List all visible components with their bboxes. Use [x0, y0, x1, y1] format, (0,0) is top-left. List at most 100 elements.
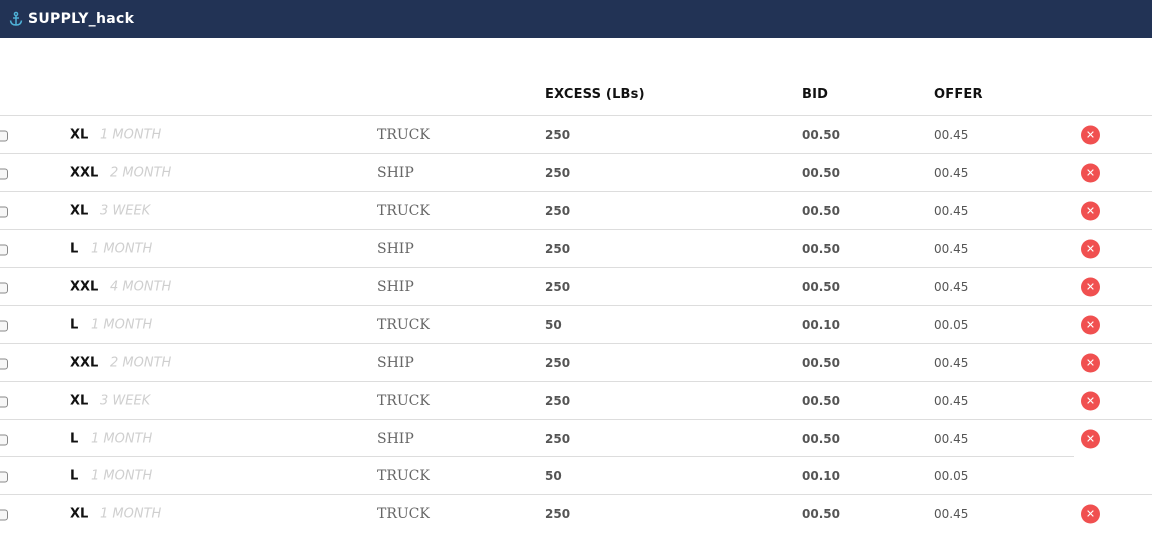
table-row: L 1 MONTH TRUCK 50 00.10 00.05 [0, 457, 1152, 495]
row-checkbox[interactable] [0, 206, 8, 217]
remove-row-button[interactable]: ✕ [1081, 391, 1100, 410]
size-label: XL [70, 203, 89, 218]
bid-value: 00.50 [802, 393, 840, 408]
bid-value: 00.10 [802, 468, 840, 483]
offer-value: 00.45 [934, 279, 969, 294]
excess-value: 250 [545, 127, 571, 142]
close-icon: ✕ [1085, 432, 1096, 445]
duration-label: 1 MONTH [91, 468, 153, 483]
remove-row-button[interactable]: ✕ [1081, 429, 1100, 448]
close-icon: ✕ [1085, 318, 1096, 331]
supply-table: EXCESS (LBs) BID OFFER XL 1 MONTH TRUCK … [0, 38, 1152, 532]
size-label: L [70, 317, 79, 332]
bid-value: 00.50 [802, 165, 840, 180]
excess-value: 250 [545, 279, 571, 294]
remove-row-button[interactable]: ✕ [1081, 201, 1100, 220]
duration-label: 1 MONTH [91, 241, 153, 256]
table-header: EXCESS (LBs) BID OFFER [0, 38, 1152, 116]
size-label: L [70, 431, 79, 446]
size-label: XXL [70, 355, 99, 370]
row-checkbox[interactable] [0, 168, 8, 179]
bid-value: 00.50 [802, 203, 840, 218]
remove-row-button[interactable]: ✕ [1081, 353, 1100, 372]
close-icon: ✕ [1085, 204, 1096, 217]
transport-label: TRUCK [377, 126, 430, 143]
row-checkbox[interactable] [0, 244, 8, 255]
duration-label: 1 MONTH [91, 431, 153, 446]
excess-value: 50 [545, 468, 562, 483]
duration-label: 3 WEEK [100, 203, 151, 218]
duration-label: 1 MONTH [100, 506, 162, 521]
size-label: L [70, 468, 79, 483]
close-icon: ✕ [1085, 166, 1096, 179]
row-checkbox[interactable] [0, 282, 8, 293]
offer-value: 00.45 [934, 241, 969, 256]
row-checkbox[interactable] [0, 471, 8, 482]
bid-value: 00.50 [802, 241, 840, 256]
remove-row-button[interactable]: ✕ [1081, 277, 1100, 296]
duration-label: 1 MONTH [91, 317, 153, 332]
remove-row-button[interactable]: ✕ [1081, 239, 1100, 258]
table-row: XL 3 WEEK TRUCK 250 00.50 00.45 ✕ [0, 382, 1152, 420]
size-label: XL [70, 393, 89, 408]
duration-label: 4 MONTH [110, 279, 172, 294]
app-title: SUPPLY_hack [28, 11, 135, 27]
bid-value: 00.50 [802, 279, 840, 294]
row-checkbox[interactable] [0, 320, 8, 331]
table-row: XXL 4 MONTH SHIP 250 00.50 00.45 ✕ [0, 268, 1152, 306]
duration-label: 2 MONTH [110, 355, 172, 370]
offer-value: 00.45 [934, 506, 969, 521]
close-icon: ✕ [1085, 280, 1096, 293]
table-row: XL 1 MONTH TRUCK 250 00.50 00.45 ✕ [0, 495, 1152, 532]
bid-value: 00.50 [802, 127, 840, 142]
transport-label: TRUCK [377, 202, 430, 219]
close-icon: ✕ [1085, 128, 1096, 141]
excess-value: 250 [545, 165, 571, 180]
table-body: XL 1 MONTH TRUCK 250 00.50 00.45 ✕ XXL 2… [0, 116, 1152, 532]
offer-value: 00.45 [934, 165, 969, 180]
transport-label: SHIP [377, 240, 414, 257]
column-header-offer: OFFER [934, 87, 983, 102]
excess-value: 250 [545, 203, 571, 218]
bid-value: 00.50 [802, 506, 840, 521]
transport-label: SHIP [377, 278, 414, 295]
column-header-excess: EXCESS (LBs) [545, 87, 645, 102]
close-icon: ✕ [1085, 356, 1096, 369]
transport-label: TRUCK [377, 316, 430, 333]
excess-value: 250 [545, 241, 571, 256]
row-checkbox[interactable] [0, 509, 8, 520]
brand-logo[interactable]: SUPPLY_hack [8, 11, 134, 27]
offer-value: 00.45 [934, 431, 969, 446]
transport-label: SHIP [377, 354, 414, 371]
close-icon: ✕ [1085, 242, 1096, 255]
offer-value: 00.05 [934, 468, 969, 483]
offer-value: 00.45 [934, 355, 969, 370]
duration-label: 2 MONTH [110, 165, 172, 180]
table-row: L 1 MONTH SHIP 250 00.50 00.45 ✕ [0, 230, 1152, 268]
remove-row-button[interactable]: ✕ [1081, 504, 1100, 523]
anchor-icon [8, 11, 24, 27]
remove-row-button[interactable]: ✕ [1081, 125, 1100, 144]
close-icon: ✕ [1085, 507, 1096, 520]
row-checkbox[interactable] [0, 358, 8, 369]
table-row: L 1 MONTH TRUCK 50 00.10 00.05 ✕ [0, 306, 1152, 344]
remove-row-button[interactable]: ✕ [1081, 315, 1100, 334]
table-row: L 1 MONTH SHIP 250 00.50 00.45 ✕ [0, 420, 1152, 457]
bid-value: 00.10 [802, 317, 840, 332]
size-label: L [70, 241, 79, 256]
duration-label: 3 WEEK [100, 393, 151, 408]
row-checkbox[interactable] [0, 396, 8, 407]
size-label: XXL [70, 279, 99, 294]
table-row: XXL 2 MONTH SHIP 250 00.50 00.45 ✕ [0, 154, 1152, 192]
row-checkbox[interactable] [0, 130, 8, 141]
excess-value: 250 [545, 506, 571, 521]
transport-label: SHIP [377, 164, 414, 181]
remove-row-button[interactable]: ✕ [1081, 163, 1100, 182]
table-row: XL 3 WEEK TRUCK 250 00.50 00.45 ✕ [0, 192, 1152, 230]
offer-value: 00.45 [934, 393, 969, 408]
duration-label: 1 MONTH [100, 127, 162, 142]
row-checkbox[interactable] [0, 434, 8, 445]
transport-label: TRUCK [377, 505, 430, 522]
table-row: XL 1 MONTH TRUCK 250 00.50 00.45 ✕ [0, 116, 1152, 154]
transport-label: TRUCK [377, 392, 430, 409]
